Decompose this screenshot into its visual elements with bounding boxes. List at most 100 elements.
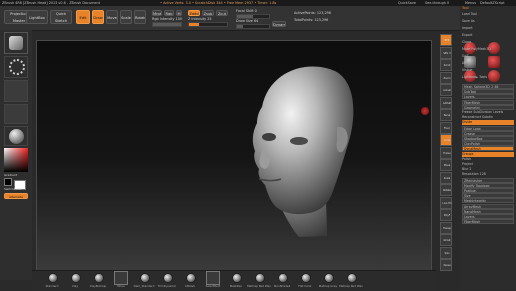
- bottom-shelf-label: SelectRect: [205, 284, 221, 288]
- shelf-button-frame[interactable]: Frame: [440, 146, 452, 159]
- scale-button[interactable]: Scale: [120, 10, 132, 24]
- shelf-button-label: Rotate: [443, 189, 451, 192]
- shelf-button-scale[interactable]: Scale: [440, 171, 452, 184]
- shelf-button-transp[interactable]: Transp: [440, 221, 452, 234]
- shelf-button-label: Floor: [444, 126, 450, 130]
- top-shelf: Projection Master LightBox Quick Sketch …: [0, 6, 516, 31]
- active-points-readout: ActivePoints: 123,296: [294, 11, 331, 15]
- bottom-shelf-label: Dam_Standard: [133, 284, 155, 288]
- shelf-button-solo[interactable]: Solo: [440, 246, 452, 259]
- mrgb-button[interactable]: Mrgb: [152, 10, 162, 16]
- bottom-shelf-label: hPolish: [185, 284, 195, 288]
- dots-stroke-icon: [9, 59, 25, 75]
- shelf-button-persp[interactable]: Persp: [440, 109, 452, 121]
- head-sculpt[interactable]: [37, 41, 432, 276]
- shelf-button-label: Xpose: [443, 264, 451, 267]
- bottom-shelf-label: SkinShade4: [273, 284, 291, 288]
- shelf-button-label: Zoom: [443, 76, 451, 80]
- shelf-button-label: Move: [443, 164, 451, 167]
- shelf-button-scroll[interactable]: Scroll: [440, 59, 452, 71]
- bottom-shelf-label: ClayBuildup: [89, 284, 107, 288]
- shelf-button-zoom[interactable]: Zoom: [440, 71, 452, 84]
- main-color-swatch[interactable]: [4, 178, 12, 186]
- alternate-button[interactable]: Alternate: [4, 193, 28, 199]
- shelf-button-polyf[interactable]: PolyF: [440, 209, 452, 221]
- tool-palette-item[interactable]: Save As: [462, 19, 514, 24]
- tool-palette-item[interactable]: FiberMesh: [462, 219, 514, 225]
- dynamic-button[interactable]: Dynamic: [272, 21, 286, 27]
- brush-sphere-icon[interactable]: [71, 273, 81, 283]
- shelf-button-spix-3[interactable]: SPix 3: [440, 46, 452, 59]
- lightbox-button[interactable]: LightBox: [26, 10, 48, 24]
- zsub-button[interactable]: Zsub: [202, 10, 214, 16]
- brush-sphere-icon[interactable]: [186, 273, 196, 283]
- brush-box-icon[interactable]: [114, 271, 128, 285]
- tool-palette-item[interactable]: GoZ: [462, 54, 514, 59]
- tool-title: Tool: [462, 6, 469, 10]
- shelf-button-move[interactable]: Move: [440, 159, 452, 171]
- rgb-intensity-slider[interactable]: [152, 22, 182, 27]
- tool-palette-item[interactable]: Make PolyMesh3D: [462, 47, 514, 52]
- brush-box-icon[interactable]: [206, 271, 220, 285]
- shelf-button-label: Ghost: [443, 239, 451, 242]
- shelf-button-line-fill[interactable]: Line Fill: [440, 196, 452, 209]
- material-sphere-icon: [9, 129, 24, 144]
- shelf-button-label: SPix 3: [443, 51, 451, 55]
- shelf-button-floor[interactable]: Floor: [440, 121, 452, 134]
- tool-palette-item[interactable]: All: [462, 61, 514, 66]
- move-button[interactable]: Move: [106, 10, 118, 24]
- brush-sphere-icon[interactable]: [140, 273, 150, 283]
- shelf-button-label: Actual: [443, 89, 451, 92]
- rgb-button[interactable]: Rgb: [164, 10, 174, 16]
- material-selector[interactable]: [4, 126, 28, 146]
- bottom-shelf-label: MatCap Red Wax: [247, 284, 271, 288]
- switch-color-button[interactable]: SwitchColor: [4, 187, 22, 192]
- m-button[interactable]: M: [176, 10, 182, 16]
- shelf-button-xpose[interactable]: Xpose: [440, 259, 452, 271]
- tool-palette-item[interactable]: Lightbox► Tools: [462, 75, 514, 80]
- brush-sphere-icon[interactable]: [324, 273, 334, 283]
- rotate-button[interactable]: Rotate: [134, 10, 146, 24]
- quick-sketch-button[interactable]: Quick Sketch: [50, 10, 72, 24]
- tool-palette-item[interactable]: Clone: [462, 40, 514, 45]
- viewport[interactable]: [36, 40, 432, 276]
- brush-sphere-icon[interactable]: [347, 273, 357, 283]
- shelf-button-rotate[interactable]: Rotate: [440, 184, 452, 196]
- shelf-button-aahalf[interactable]: AAHalf: [440, 96, 452, 109]
- total-points-readout: TotalPoints: 123,296: [294, 18, 329, 22]
- shelf-button-label: Persp: [443, 114, 451, 117]
- tool-palette-item[interactable]: Visible: [462, 68, 514, 73]
- right-eye-shape: [290, 137, 308, 145]
- zcut-button[interactable]: Zcut: [216, 10, 228, 16]
- color-picker[interactable]: [4, 148, 28, 172]
- brush-sphere-icon[interactable]: [301, 273, 311, 283]
- shelf-button-label: Scale: [443, 176, 451, 180]
- tool-palette-item[interactable]: Load Tool: [462, 12, 514, 17]
- stroke-selector[interactable]: [4, 56, 28, 78]
- tool-palette-item[interactable]: Import: [462, 26, 514, 31]
- brush-sphere-icon[interactable]: [255, 273, 265, 283]
- brush-selector[interactable]: [4, 32, 28, 54]
- shelf-button-local[interactable]: Local: [440, 134, 452, 146]
- brush-thumbnail-icon: [9, 36, 23, 50]
- brush-sphere-icon[interactable]: [94, 273, 104, 283]
- shelf-button-actual[interactable]: Actual: [440, 84, 452, 96]
- shelf-button-label: Solo: [444, 251, 450, 255]
- texture-selector[interactable]: [4, 104, 28, 124]
- alpha-selector[interactable]: [4, 80, 28, 102]
- brush-sphere-icon[interactable]: [163, 273, 173, 283]
- shelf-button-bpr[interactable]: BPR: [440, 34, 452, 46]
- bottom-shelf-label: Flat Color: [298, 284, 312, 288]
- draw-size-slider[interactable]: [236, 24, 270, 29]
- shelf-button-ghost[interactable]: Ghost: [440, 234, 452, 246]
- draw-button[interactable]: Draw: [92, 10, 104, 24]
- brush-sphere-icon[interactable]: [48, 273, 58, 283]
- brush-sphere-icon[interactable]: [278, 273, 288, 283]
- tool-palette-item[interactable]: Export: [462, 33, 514, 38]
- shelf-button-label: Line Fill: [442, 201, 452, 205]
- bottom-shelf-label: Move: [117, 284, 125, 288]
- zadd-button[interactable]: Zadd: [188, 10, 200, 16]
- z-intensity-slider[interactable]: [188, 22, 228, 27]
- brush-sphere-icon[interactable]: [232, 273, 242, 283]
- edit-button[interactable]: Edit: [76, 10, 90, 24]
